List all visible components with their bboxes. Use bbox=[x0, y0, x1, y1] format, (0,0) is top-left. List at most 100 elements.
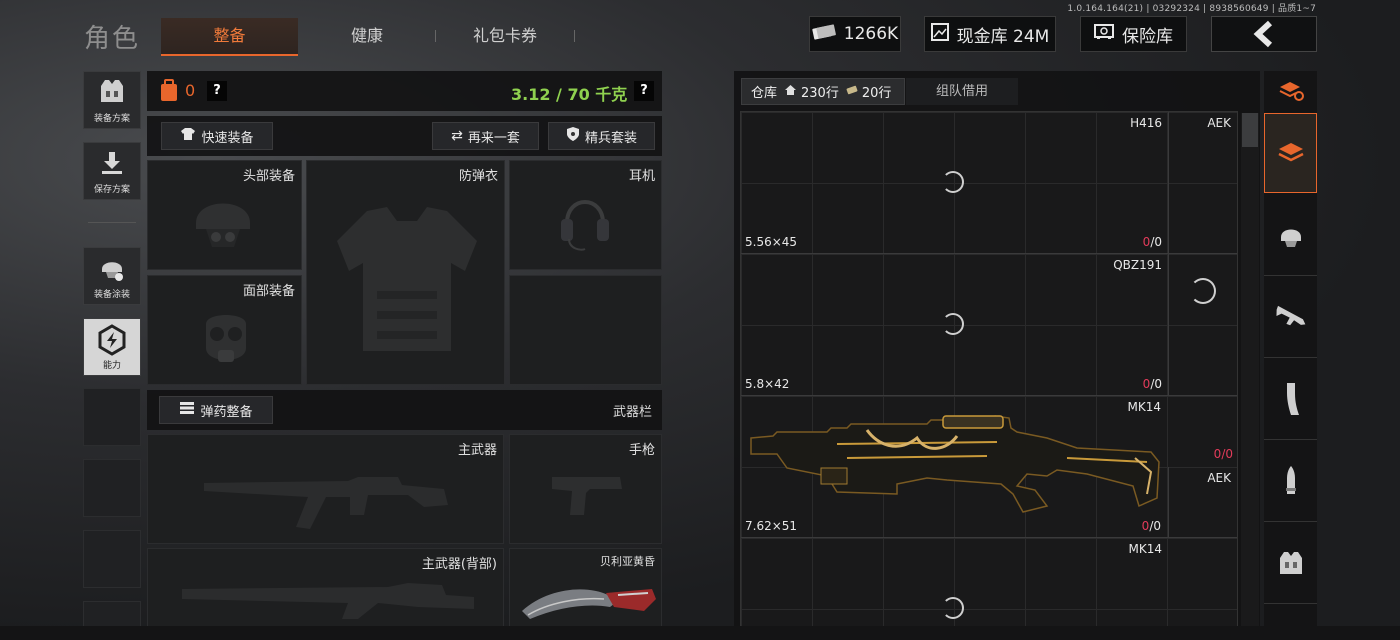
rifle-silhouette-icon bbox=[182, 583, 474, 619]
gas-mask-icon bbox=[206, 315, 246, 362]
tab-gift-coupons[interactable]: 礼包卡券 bbox=[438, 18, 572, 54]
category-ammo[interactable] bbox=[1264, 441, 1317, 522]
warehouse-item-aek[interactable]: AEK 0/0 bbox=[1169, 447, 1237, 537]
ammo-icon bbox=[179, 401, 195, 419]
headset-icon bbox=[561, 200, 609, 251]
item-count-total: /0 bbox=[1150, 377, 1162, 391]
slot-label: 防弹衣 bbox=[458, 169, 498, 184]
elite-set-button[interactable]: 精兵套装 bbox=[548, 122, 655, 150]
weight-display: 3.12 / 70 千克 bbox=[511, 85, 628, 104]
bottom-bar bbox=[0, 626, 1400, 640]
loadout-plan-button[interactable]: 装备方案 bbox=[83, 71, 141, 129]
ticket-icon bbox=[846, 84, 858, 99]
image-frame-icon bbox=[930, 22, 949, 46]
body-armor-icon bbox=[337, 207, 477, 351]
item-count-total: /0 bbox=[1150, 235, 1162, 249]
ability-button[interactable]: 能力 bbox=[83, 318, 141, 376]
helmet-paint-icon bbox=[102, 262, 123, 281]
item-name: MK14 bbox=[1128, 542, 1163, 556]
item-count-total: /0 bbox=[1149, 519, 1161, 533]
download-icon bbox=[102, 152, 122, 174]
vest-icon bbox=[101, 80, 123, 102]
shirt-icon bbox=[180, 127, 196, 145]
refresh-icon: ⇄ bbox=[451, 128, 463, 144]
tab-divider bbox=[435, 30, 436, 42]
melee-slot[interactable]: 贝利亚黄昏 bbox=[509, 548, 662, 632]
ammo-prep-button[interactable]: 弹药整备 bbox=[159, 396, 273, 424]
item-caliber: 7.62×51 bbox=[745, 519, 798, 533]
weapon-bar-label: 武器栏 bbox=[612, 405, 652, 420]
primary-weapon-slot[interactable]: 主武器 bbox=[147, 434, 504, 544]
melee-knife-icon bbox=[522, 589, 656, 619]
elite-set-label: 精兵套装 bbox=[584, 130, 637, 146]
loadout-header: 0 ? 3.12 / 70 千克 ? bbox=[147, 71, 662, 111]
warehouse-item-mk14[interactable]: MK14 bbox=[741, 538, 1168, 631]
rifle-icon bbox=[1275, 305, 1305, 326]
equip-again-button[interactable]: ⇄ 再来一套 bbox=[432, 122, 539, 150]
warehouse-scrollbar[interactable] bbox=[1241, 113, 1259, 631]
category-all[interactable] bbox=[1264, 113, 1317, 193]
tab-health[interactable]: 健康 bbox=[300, 18, 434, 54]
armor-helmet-icon bbox=[1280, 229, 1301, 247]
safe-button[interactable]: 保险库 bbox=[1080, 16, 1187, 52]
slot-label: 头部装备 bbox=[242, 169, 295, 184]
slot-label: 主武器 bbox=[457, 443, 497, 458]
pistol-slot[interactable]: 手枪 bbox=[509, 434, 662, 544]
primary-weapon-back-slot[interactable]: 主武器(背部) bbox=[147, 548, 504, 632]
category-gear[interactable] bbox=[1264, 523, 1317, 604]
tab-team-borrow[interactable]: 组队借用 bbox=[906, 78, 1018, 105]
item-name: AEK bbox=[1207, 471, 1231, 485]
sidebar-label: 保存方案 bbox=[93, 185, 130, 195]
tab-warehouse[interactable]: 仓库 230行 20行 bbox=[741, 78, 905, 105]
slot-label: 主武器(背部) bbox=[421, 557, 497, 572]
vest-icon bbox=[1279, 552, 1302, 574]
sidebar-label: 能力 bbox=[102, 361, 121, 371]
sidebar-slot-empty bbox=[83, 530, 141, 588]
warehouse-item-mk14[interactable]: MK14 7.62×51 0/0 bbox=[741, 396, 1238, 536]
sidebar-label: 装备方案 bbox=[93, 114, 130, 124]
scrollbar-thumb[interactable] bbox=[1242, 113, 1258, 147]
sort-button[interactable] bbox=[1264, 71, 1317, 111]
back-button[interactable] bbox=[1211, 16, 1317, 52]
head-gear-slot[interactable]: 头部装备 bbox=[147, 160, 302, 270]
sidebar-slot-empty bbox=[83, 459, 141, 517]
item-name: H416 bbox=[1130, 116, 1162, 130]
loading-spinner-icon bbox=[1190, 278, 1216, 304]
warehouse-item-aek[interactable]: AEK bbox=[1169, 112, 1237, 252]
item-name: AEK bbox=[1207, 116, 1231, 130]
warehouse-item-qbz191[interactable]: QBZ191 5.8×42 0/0 bbox=[741, 254, 1168, 394]
slot-label: 面部装备 bbox=[242, 284, 295, 299]
help-icon[interactable]: ? bbox=[634, 81, 654, 101]
category-magazines[interactable] bbox=[1264, 359, 1317, 440]
face-gear-slot[interactable]: 面部装备 bbox=[147, 275, 302, 385]
loading-spinner-icon bbox=[942, 171, 964, 193]
warehouse-rows: 230行 bbox=[801, 86, 839, 101]
body-armor-slot[interactable]: 防弹衣 bbox=[306, 160, 505, 385]
item-caliber: 5.8×42 bbox=[745, 377, 790, 391]
backpack-count: 0 bbox=[185, 81, 196, 100]
cash-icon bbox=[812, 23, 836, 45]
warehouse-item-h416[interactable]: H416 5.56×45 0/0 bbox=[741, 112, 1168, 252]
earphone-slot[interactable]: 耳机 bbox=[509, 160, 662, 270]
item-caliber: 5.56×45 bbox=[745, 235, 798, 249]
slot-label: 耳机 bbox=[628, 169, 655, 184]
item-name: QBZ191 bbox=[1113, 258, 1162, 272]
pistol-silhouette-icon bbox=[552, 477, 622, 515]
empty-gear-slot[interactable] bbox=[509, 275, 662, 385]
home-icon bbox=[784, 84, 797, 100]
currency-display[interactable]: 1266K bbox=[809, 16, 901, 52]
equipment-paint-button[interactable]: 装备涂装 bbox=[83, 247, 141, 305]
slot-label: 贝利亚黄昏 bbox=[600, 555, 655, 568]
all-items-icon bbox=[1277, 143, 1304, 162]
category-armor[interactable] bbox=[1264, 195, 1317, 276]
slot-label: 手枪 bbox=[628, 443, 655, 458]
layers-sort-icon bbox=[1279, 82, 1304, 101]
item-count-total: /0 bbox=[1221, 447, 1233, 461]
tab-equip[interactable]: 整备 bbox=[161, 18, 298, 56]
equip-again-label: 再来一套 bbox=[467, 130, 520, 146]
quick-equip-button[interactable]: 快速装备 bbox=[161, 122, 273, 150]
category-weapons[interactable] bbox=[1264, 277, 1317, 358]
help-icon[interactable]: ? bbox=[207, 81, 227, 101]
cash-vault-button[interactable]: 现金库 24M bbox=[924, 16, 1056, 52]
save-plan-button[interactable]: 保存方案 bbox=[83, 142, 141, 200]
